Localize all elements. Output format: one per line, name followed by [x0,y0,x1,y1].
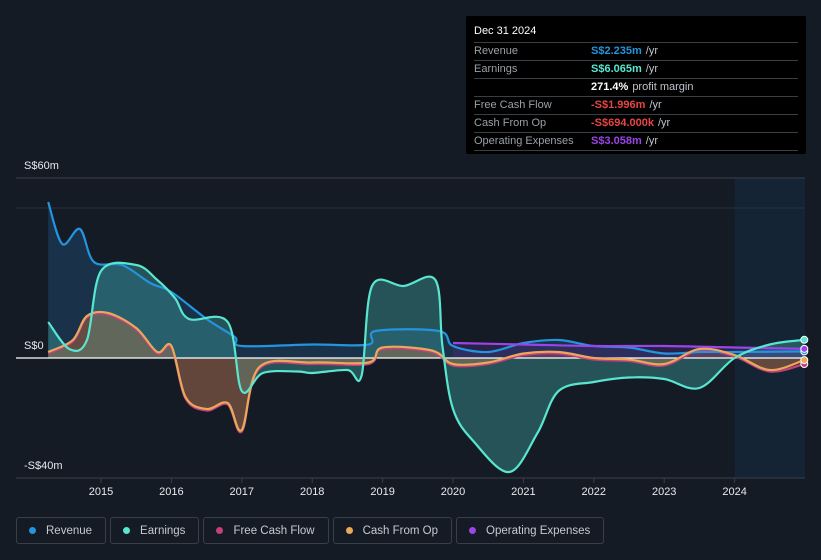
x-tick-label: 2024 [722,486,746,498]
tooltip-row: Cash From Op -S$694.000k/yr [474,115,798,133]
earnings-end-point [800,335,809,344]
tooltip-label: Revenue [474,45,519,57]
legend-dot-icon [123,527,131,534]
x-tick-label: 2018 [300,486,324,498]
legend-dot-icon [216,527,224,534]
tooltip-unit: /yr [649,99,662,111]
earnings-area [48,262,805,473]
tooltip-unit: /yr [658,117,671,129]
tooltip-row: Earnings S$6.065m/yr [474,61,798,79]
tooltip-unit: /yr [645,45,658,57]
legend-item-cash-from-op[interactable]: Cash From Op [332,517,453,544]
tooltip-row: Revenue S$2.235m/yr [474,43,798,61]
tooltip-value: S$3.058m [591,135,642,147]
operating-expenses-end-point [800,344,809,353]
x-tick-label: 2023 [652,486,676,498]
tooltip-label: Cash From Op [474,117,547,129]
tooltip-date: Dec 31 2024 [474,24,798,43]
tooltip-label [474,79,591,96]
legend-item-free-cash-flow[interactable]: Free Cash Flow [203,517,329,544]
legend-dot-icon [469,527,477,534]
x-tick-label: 2020 [441,486,465,498]
x-tick-label: 2017 [230,486,254,498]
tooltip-label: Operating Expenses [474,135,574,147]
y-tick-label-top: S$60m [24,160,59,172]
legend-label: Earnings [140,524,186,537]
x-tick-label: 2015 [89,486,113,498]
x-tick-label: 2022 [582,486,606,498]
legend-dot-icon [345,527,353,534]
x-tick-label: 2016 [159,486,183,498]
y-tick-label-zero: S$0 [24,340,44,352]
tooltip-value: S$6.065m [591,63,642,75]
legend-item-earnings[interactable]: Earnings [110,517,200,544]
legend-label: Free Cash Flow [233,524,315,537]
tooltip-value: 271.4% [591,81,629,93]
legend-label: Revenue [46,524,93,537]
tooltip-row: Operating Expenses S$3.058m/yr [474,133,798,151]
x-tick-label: 2021 [511,486,535,498]
tooltip-unit: /yr [645,63,658,75]
tooltip-label: Earnings [474,63,518,75]
legend-label: Cash From Op [362,524,439,537]
legend-label: Operating Expenses [486,524,591,537]
tooltip-unit: profit margin [632,81,694,93]
legend-dot-icon [29,527,36,534]
y-tick-label-bottom: -S$40m [24,460,63,472]
legend: Revenue Earnings Free Cash Flow Cash From O… [16,517,605,544]
tooltip-value: -S$1.996m [591,99,646,111]
cash-from-op-end-point [800,356,809,365]
highlight-region [734,178,805,478]
tooltip-value: -S$694.000k [591,117,654,129]
x-tick-label: 2019 [370,486,394,498]
tooltip-value: S$2.235m [591,45,642,57]
tooltip-row: Free Cash Flow -S$1.996m/yr [474,97,798,115]
tooltip: Dec 31 2024 Revenue S$2.235m/yr Earnings S$… [466,16,806,154]
tooltip-label: Free Cash Flow [474,99,552,111]
legend-item-revenue[interactable]: Revenue [16,517,107,544]
tooltip-unit: /yr [645,135,658,147]
tooltip-row: 271.4% profit margin [474,79,798,97]
legend-item-operating-expenses[interactable]: Operating Expenses [456,517,605,544]
